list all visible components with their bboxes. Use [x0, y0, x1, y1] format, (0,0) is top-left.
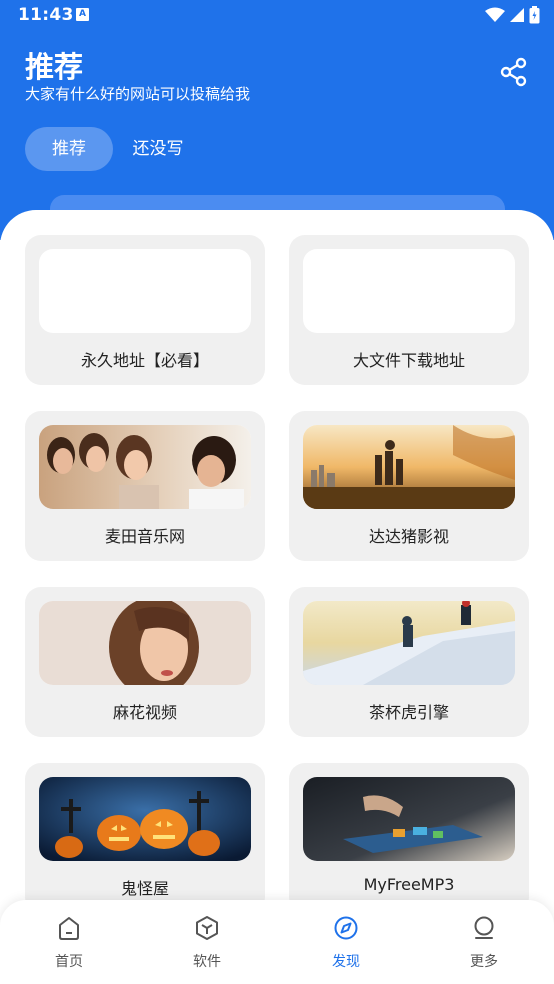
card-mahua-video[interactable]: 麻花视频	[25, 587, 265, 737]
status-bar: 11:43 A	[0, 0, 554, 30]
share-icon	[500, 57, 527, 87]
card-thumbnail	[303, 249, 515, 333]
nav-more[interactable]: 更多	[444, 912, 524, 976]
tab-recommend[interactable]: 推荐	[25, 127, 113, 171]
status-time: 11:43	[18, 5, 74, 25]
profile-icon	[474, 916, 494, 939]
share-button[interactable]	[498, 56, 530, 88]
battery-icon	[529, 6, 540, 24]
card-label: 麻花视频	[112, 703, 177, 722]
nav-label: 更多	[470, 954, 498, 970]
card-label: 达达猪影视	[368, 527, 449, 546]
family-sunset-photo	[303, 425, 515, 509]
woman-portrait-photo	[39, 601, 251, 685]
nav-home[interactable]: 首页	[29, 912, 109, 976]
notification-icon: A	[76, 8, 89, 21]
friends-photo	[39, 425, 251, 509]
nav-label: 软件	[193, 954, 221, 970]
climbers-photo	[303, 601, 515, 685]
card-ghost-house[interactable]: 鬼怪屋	[25, 763, 265, 913]
wifi-icon	[485, 7, 505, 22]
cube-icon	[196, 916, 218, 940]
card-label: 鬼怪屋	[120, 879, 169, 898]
card-myfreemp3[interactable]: MyFreeMP3	[289, 763, 529, 913]
nav-label: 发现	[332, 954, 360, 970]
card-label: 大文件下载地址	[352, 351, 465, 370]
card-label: 永久地址【必看】	[80, 351, 209, 370]
halloween-pumpkins-photo	[39, 777, 251, 861]
card-label: 麦田音乐网	[104, 527, 185, 546]
card-grid: 永久地址【必看】 大文件下载地址 麦田音乐网 达达猪影视 麻花视频 茶杯虎引擎 …	[0, 210, 554, 984]
card-chabeihu-engine[interactable]: 茶杯虎引擎	[289, 587, 529, 737]
signal-icon	[510, 8, 524, 22]
nav-label: 首页	[55, 954, 83, 970]
page-title: 推荐	[25, 50, 84, 84]
tab-not-written[interactable]: 还没写	[120, 127, 196, 171]
laptop-hand-photo	[303, 777, 515, 861]
home-icon	[59, 917, 79, 940]
card-thumbnail	[39, 249, 251, 333]
bottom-navigation: 首页 软件 发现 更多	[0, 900, 554, 984]
card-large-file-download[interactable]: 大文件下载地址	[289, 235, 529, 385]
nav-software[interactable]: 软件	[167, 912, 247, 976]
card-maitian-music[interactable]: 麦田音乐网	[25, 411, 265, 561]
status-icons	[485, 6, 540, 24]
card-dadazhu-video[interactable]: 达达猪影视	[289, 411, 529, 561]
card-label: MyFreeMP3	[363, 875, 455, 894]
card-permanent-address[interactable]: 永久地址【必看】	[25, 235, 265, 385]
compass-icon	[334, 916, 358, 940]
page-subtitle: 大家有什么好的网站可以投稿给我	[25, 85, 251, 103]
nav-discover[interactable]: 发现	[306, 912, 386, 976]
card-label: 茶杯虎引擎	[368, 703, 449, 722]
